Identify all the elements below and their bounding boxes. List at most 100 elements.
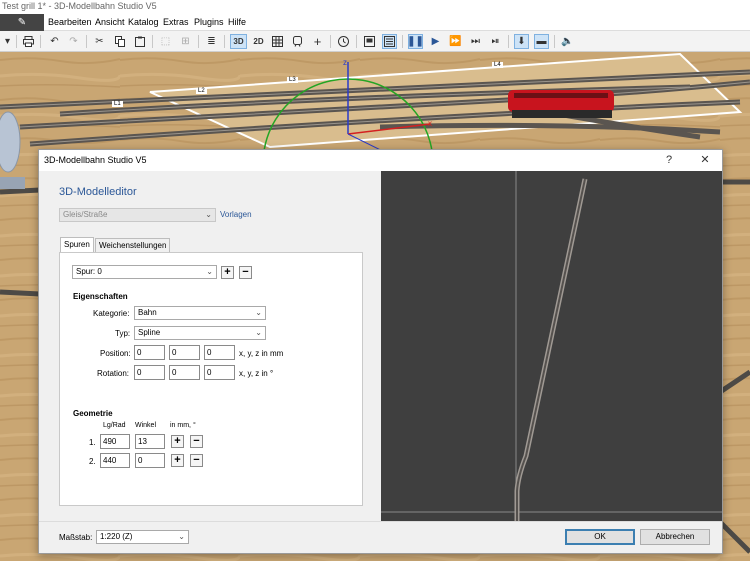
add-icon[interactable]: + bbox=[310, 34, 325, 49]
scale-label: Maßstab: bbox=[59, 533, 93, 542]
dialog-footer: Maßstab: 1:220 (Z) ⌄ OK Abbrechen bbox=[39, 521, 722, 553]
download-icon[interactable]: ⬇ bbox=[514, 34, 529, 49]
track-label: L3 bbox=[287, 77, 298, 83]
rotation-z-input[interactable]: 0 bbox=[204, 365, 235, 380]
toolbar-separator bbox=[508, 35, 509, 48]
menu-bar: ✎ Bearbeiten Ansicht Katalog Extras Plug… bbox=[0, 14, 750, 31]
view-2d-button[interactable]: 2D bbox=[250, 34, 267, 49]
ok-button[interactable]: OK bbox=[565, 529, 635, 545]
properties-title: Eigenschaften bbox=[73, 292, 128, 301]
locomotive-icon bbox=[508, 90, 614, 118]
menu-bearbeiten[interactable]: Bearbeiten bbox=[48, 14, 92, 31]
paste-icon[interactable] bbox=[132, 34, 147, 49]
clock-icon[interactable] bbox=[336, 34, 351, 49]
view-3d-button[interactable]: 3D bbox=[230, 34, 247, 49]
remove-segment-button[interactable]: − bbox=[190, 454, 203, 467]
train-icon[interactable] bbox=[290, 34, 305, 49]
geometry-length-input[interactable]: 490 bbox=[100, 434, 130, 449]
pause-icon[interactable]: ❚❚ bbox=[407, 34, 424, 49]
geometry-length-input[interactable]: 440 bbox=[100, 453, 130, 468]
rotation-y-input[interactable]: 0 bbox=[169, 365, 200, 380]
toolbar-separator bbox=[40, 35, 41, 48]
menu-extras[interactable]: Extras bbox=[163, 14, 189, 31]
scale-value: 1:220 (Z) bbox=[100, 532, 133, 541]
toolbar-separator bbox=[16, 35, 17, 48]
copy-icon[interactable] bbox=[112, 34, 127, 49]
chevron-down-icon: ⌄ bbox=[255, 328, 262, 337]
menu-ansicht[interactable]: Ansicht bbox=[95, 14, 125, 31]
editor-heading: 3D-Modelleditor bbox=[59, 186, 137, 198]
category-value: Bahn bbox=[138, 308, 157, 317]
shape-type-select[interactable]: Spline ⌄ bbox=[134, 326, 266, 340]
geometry-title: Geometrie bbox=[73, 409, 113, 418]
rotation-unit: x, y, z in ° bbox=[239, 369, 274, 378]
position-unit: x, y, z in mm bbox=[239, 349, 284, 358]
rotation-label: Rotation: bbox=[97, 369, 130, 378]
geometry-unit-header: in mm, ° bbox=[170, 422, 196, 429]
type-select[interactable]: Gleis/Straße ⌄ bbox=[59, 208, 216, 222]
position-z-input[interactable]: 0 bbox=[204, 345, 235, 360]
toolbar-separator bbox=[86, 35, 87, 48]
toolbar-dropdown-icon[interactable]: ▾ bbox=[0, 34, 15, 49]
category-select[interactable]: Bahn ⌄ bbox=[134, 306, 266, 320]
tab-spuren[interactable]: Spuren bbox=[60, 237, 94, 252]
track-select-value: Spur: 0 bbox=[76, 267, 102, 276]
toolbar-separator bbox=[554, 35, 555, 48]
menu-katalog[interactable]: Katalog bbox=[128, 14, 159, 31]
play-icon[interactable]: ▶ bbox=[428, 34, 443, 49]
skip-icon[interactable]: ⏯ bbox=[488, 34, 503, 49]
menu-plugins[interactable]: Plugins bbox=[194, 14, 224, 31]
edit-pencil-icon[interactable]: ✎ bbox=[0, 14, 44, 31]
remove-segment-button[interactable]: − bbox=[190, 435, 203, 448]
type-select-value: Gleis/Straße bbox=[63, 210, 108, 219]
model-preview[interactable] bbox=[381, 171, 722, 521]
dialog-title: 3D-Modellbahn Studio V5 bbox=[44, 155, 147, 165]
toolbar-separator bbox=[198, 35, 199, 48]
toolbar-separator bbox=[224, 35, 225, 48]
type-label: Typ: bbox=[115, 329, 131, 338]
help-button[interactable]: ? bbox=[652, 150, 686, 171]
rotation-x-input[interactable]: 0 bbox=[134, 365, 165, 380]
toolbar-separator bbox=[330, 35, 331, 48]
toolbar-separator bbox=[402, 35, 403, 48]
toolbar: ▾ ↶ ↷ ✂ ⬚ ⊞ ≣ 3D 2D + ❚❚ ▶ ⏩ ⏭ ⏯ ⬇ ▬ 🔈 bbox=[0, 31, 750, 52]
menu-hilfe[interactable]: Hilfe bbox=[228, 14, 246, 31]
geometry-angle-input[interactable]: 13 bbox=[135, 434, 165, 449]
category-label: Kategorie: bbox=[93, 309, 130, 318]
grid-icon[interactable] bbox=[270, 34, 285, 49]
remove-track-button[interactable]: − bbox=[239, 266, 252, 279]
geometry-angle-input[interactable]: 0 bbox=[135, 453, 165, 468]
axis-z-label: z bbox=[343, 58, 347, 67]
close-button[interactable]: ✕ bbox=[688, 150, 722, 171]
ruler-icon[interactable]: ▬ bbox=[534, 34, 549, 49]
toolbar-separator bbox=[152, 35, 153, 48]
add-segment-button[interactable]: + bbox=[171, 435, 184, 448]
faster-forward-icon[interactable]: ⏭ bbox=[468, 34, 483, 49]
geometry-length-header: Lg/Rad bbox=[103, 422, 126, 429]
geometry-row-index: 2. bbox=[89, 457, 96, 466]
undo-icon[interactable]: ↶ bbox=[47, 34, 62, 49]
window-title: Test grill 1* - 3D-Modellbahn Studio V5 bbox=[0, 0, 750, 14]
position-y-input[interactable]: 0 bbox=[169, 345, 200, 360]
chevron-down-icon: ⌄ bbox=[178, 532, 185, 541]
redo-icon[interactable]: ↷ bbox=[66, 34, 81, 49]
track-preview-drawing bbox=[381, 171, 722, 521]
position-x-input[interactable]: 0 bbox=[134, 345, 165, 360]
fast-forward-icon[interactable]: ⏩ bbox=[448, 34, 463, 49]
cut-icon[interactable]: ✂ bbox=[92, 34, 107, 49]
add-track-button[interactable]: + bbox=[221, 266, 234, 279]
add-segment-button[interactable]: + bbox=[171, 454, 184, 467]
properties-panel-icon[interactable] bbox=[382, 34, 397, 49]
align-icon[interactable]: ⊞ bbox=[178, 34, 193, 49]
print-icon[interactable] bbox=[21, 34, 36, 49]
presets-link[interactable]: Vorlagen bbox=[220, 210, 252, 219]
layers-icon[interactable]: ≣ bbox=[204, 34, 219, 49]
track-select[interactable]: Spur: 0 ⌄ bbox=[72, 265, 217, 279]
tab-weichenstellungen[interactable]: Weichenstellungen bbox=[95, 238, 171, 252]
sound-icon[interactable]: 🔈 bbox=[560, 34, 575, 49]
track-label: L2 bbox=[196, 88, 207, 94]
scale-select[interactable]: 1:220 (Z) ⌄ bbox=[96, 530, 189, 544]
cancel-button[interactable]: Abbrechen bbox=[640, 529, 710, 545]
select-frame-icon[interactable]: ⬚ bbox=[158, 34, 173, 49]
image-panel-icon[interactable] bbox=[362, 34, 377, 49]
